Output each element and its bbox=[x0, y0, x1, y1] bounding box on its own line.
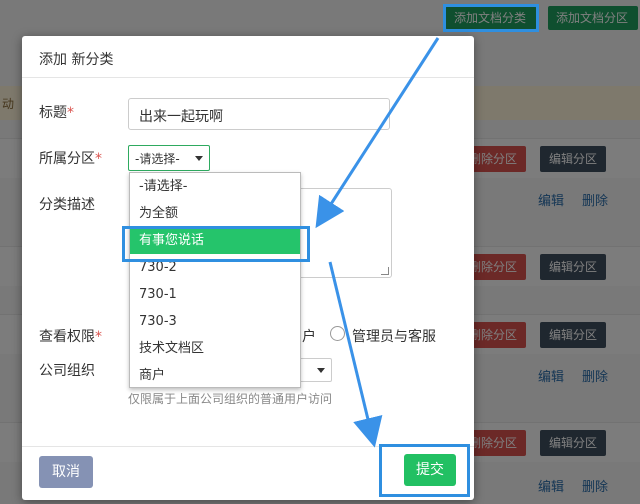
arrow-icon bbox=[328, 261, 383, 448]
arrow-icon bbox=[315, 37, 440, 229]
annotation-arrows bbox=[315, 37, 440, 448]
